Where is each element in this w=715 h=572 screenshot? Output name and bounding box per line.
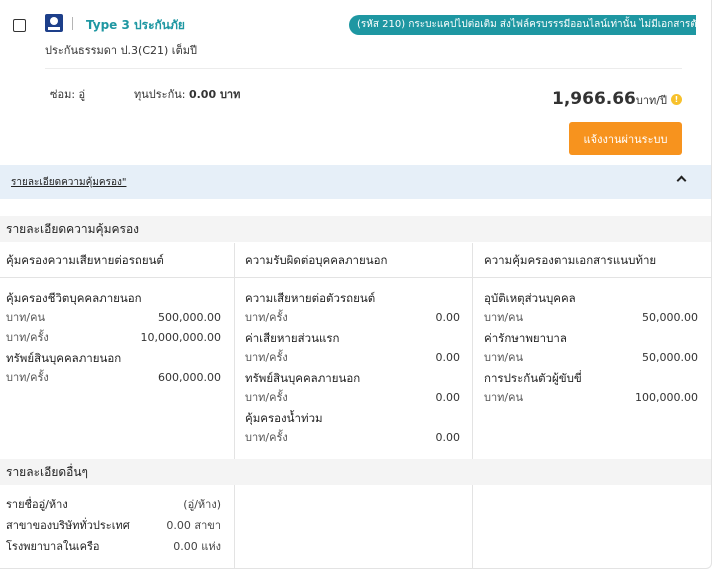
sum-insured-label: ทุนประกัน:	[134, 88, 186, 101]
coverage-item-title: ค่ารักษาพยาบาล	[484, 331, 567, 345]
coverage-column-third-party: ความเสียหายต่อตัวรถยนต์ บาท/ครั้ง 0.00 ค่…	[245, 288, 460, 448]
coverage-row: บาท/คน 50,000.00	[484, 348, 698, 368]
divider	[45, 68, 682, 69]
divider	[0, 277, 711, 278]
row-label: บาท/ครั้ง	[245, 431, 288, 444]
coverage-row: บาท/คน 500,000.00	[6, 308, 221, 328]
coverage-row: บาท/ครั้ง 10,000,000.00	[6, 328, 221, 348]
notice-banner: (รหัส 210) กระบะแคปไปต่อเติม ส่งไฟล์ครบร…	[349, 15, 696, 35]
row-label: บาท/คน	[484, 311, 523, 324]
row-value: 0.00	[435, 391, 461, 404]
coverage-column-vehicle: คุ้มครองชีวิตบุคคลภายนอก บาท/คน 500,000.0…	[6, 288, 221, 388]
row-label: บาท/คน	[484, 351, 523, 364]
row-value: 100,000.00	[635, 391, 698, 404]
row-value: 500,000.00	[158, 311, 221, 324]
coverage-item-title: การประกันตัวผู้ขับขี่	[484, 371, 582, 385]
insurance-card: Type 3 ประกันภัย (รหัส 210) กระบะแคปไปต่…	[0, 0, 712, 569]
row-value: 50,000.00	[642, 311, 698, 324]
row-value: 0.00 แห่ง	[173, 540, 221, 553]
coverage-details-link[interactable]: รายละเอียดความคุ้มครอง"	[11, 175, 126, 190]
coverage-item-title: ทรัพย์สินบุคคลภายนอก	[6, 351, 122, 365]
column-divider	[234, 485, 235, 568]
row-label: โรงพยาบาลในเครือ	[6, 540, 100, 553]
coverage-column-attachments: อุบัติเหตุส่วนบุคคล บาท/คน 50,000.00 ค่าร…	[484, 288, 698, 408]
price-value: 1,966.66	[552, 89, 636, 109]
row-label: บาท/ครั้ง	[245, 391, 288, 404]
coverage-item-title: ค่าเสียหายส่วนแรก	[245, 331, 340, 345]
coverage-item-title: คุ้มครองน้ำท่วม	[245, 411, 323, 425]
column-divider	[472, 243, 473, 459]
title-divider	[72, 17, 73, 30]
row-label: บาท/คน	[484, 391, 523, 404]
row-label: บาท/ครั้ง	[6, 331, 49, 344]
row-value: 0.00 สาขา	[166, 519, 221, 532]
row-value: 0.00	[435, 311, 461, 324]
row-value: (อู่/ห้าง)	[183, 498, 221, 511]
price-unit: บาท/ปี	[635, 94, 667, 107]
column-divider	[234, 243, 235, 459]
coverage-row: บาท/ครั้ง 0.00	[245, 388, 460, 408]
insurer-logo	[45, 14, 63, 32]
plan-subtitle: ประกันธรรมดา ป.3(C21) เต็มปี	[45, 44, 197, 57]
other-section-title: รายละเอียดอื่นๆ	[0, 459, 711, 485]
row-value: 0.00	[435, 431, 461, 444]
report-button[interactable]: แจ้งงานผ่านระบบ	[569, 122, 682, 155]
row-label: บาท/คน	[6, 311, 45, 324]
chevron-up-icon[interactable]	[676, 175, 687, 186]
column-header-attachments: ความคุ้มครองตามเอกสารแนบท้าย	[484, 253, 657, 267]
column-header-vehicle-damage: คุ้มครองความเสียหายต่อรถยนต์	[6, 253, 164, 267]
row-label: รายชื่ออู่/ห้าง	[6, 498, 68, 511]
coverage-item-title: ความเสียหายต่อตัวรถยนต์	[245, 291, 376, 305]
coverage-accordion-header[interactable]: รายละเอียดความคุ้มครอง"	[0, 165, 711, 199]
row-label: สาขาของบริษัททั่วประเทศ	[6, 519, 130, 532]
coverage-row: บาท/คน 50,000.00	[484, 308, 698, 328]
coverage-row: บาท/ครั้ง 0.00	[245, 348, 460, 368]
coverage-row: บาท/คน 100,000.00	[484, 388, 698, 408]
coverage-item-title: คุ้มครองชีวิตบุคคลภายนอก	[6, 291, 142, 305]
row-value: 50,000.00	[642, 351, 698, 364]
row-value: 0.00	[435, 351, 461, 364]
premium-price: 1,966.66บาท/ปี	[552, 89, 667, 109]
row-value: 10,000,000.00	[140, 331, 221, 344]
coverage-row: บาท/ครั้ง 600,000.00	[6, 368, 221, 388]
select-checkbox[interactable]	[13, 19, 26, 32]
row-value: 600,000.00	[158, 371, 221, 384]
sum-insured: ทุนประกัน: 0.00 บาท	[134, 85, 240, 103]
row-label: บาท/ครั้ง	[245, 351, 288, 364]
row-label: บาท/ครั้ง	[245, 311, 288, 324]
other-row-branches: สาขาของบริษัททั่วประเทศ 0.00 สาขา	[6, 516, 221, 534]
other-row-hospitals: โรงพยาบาลในเครือ 0.00 แห่ง	[6, 537, 221, 555]
other-row-garage: รายชื่ออู่/ห้าง (อู่/ห้าง)	[6, 495, 221, 513]
coverage-row: บาท/ครั้ง 0.00	[245, 308, 460, 328]
row-label: บาท/ครั้ง	[6, 371, 49, 384]
column-divider	[472, 485, 473, 568]
coverage-row: บาท/ครั้ง 0.00	[245, 428, 460, 448]
coverage-item-title: ทรัพย์สินบุคคลภายนอก	[245, 371, 361, 385]
info-icon[interactable]: !	[671, 94, 682, 105]
repair-type: ซ่อม: อู่	[50, 88, 86, 101]
column-header-third-party: ความรับผิดต่อบุคคลภายนอก	[245, 253, 388, 267]
sum-insured-value: 0.00 บาท	[188, 88, 241, 101]
type-title: Type 3 ประกันภัย	[86, 18, 185, 32]
coverage-item-title: อุบัติเหตุส่วนบุคคล	[484, 291, 576, 305]
coverage-section-title: รายละเอียดความคุ้มครอง	[0, 216, 711, 242]
